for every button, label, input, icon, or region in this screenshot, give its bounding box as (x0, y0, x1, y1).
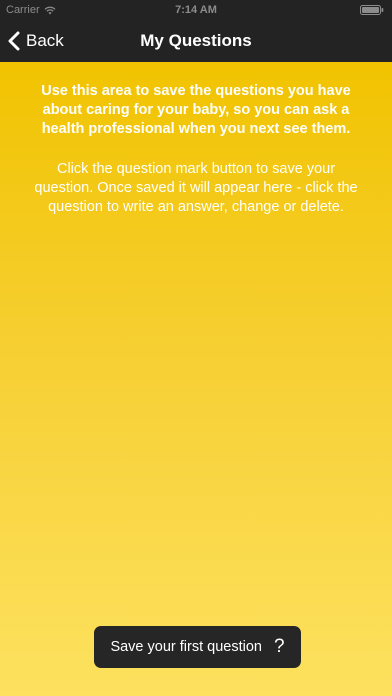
status-bar: Carrier 7:14 AM (0, 0, 392, 20)
save-first-question-button[interactable]: Save your first question ? (94, 626, 301, 668)
content-area: Use this area to save the questions you … (0, 62, 392, 696)
battery-icon (360, 5, 384, 15)
navigation-bar: Back My Questions (0, 20, 392, 62)
status-time: 7:14 AM (175, 4, 217, 16)
save-button-label: Save your first question (110, 639, 262, 655)
instructions-text: Click the question mark button to save y… (34, 161, 358, 215)
question-mark-icon: ? (273, 636, 285, 657)
page-title: My Questions (140, 31, 252, 50)
intro-text: Use this area to save the questions you … (41, 83, 351, 137)
